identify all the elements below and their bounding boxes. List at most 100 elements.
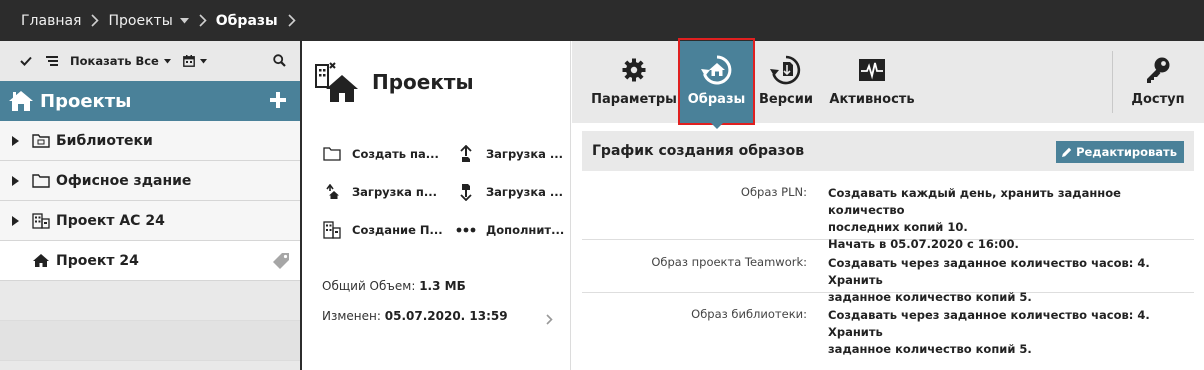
sidebar: Показать Все Проекты Библиотеки Офисное … — [0, 41, 300, 370]
schedule-row-value: Создавать через заданное количество часо… — [828, 307, 1188, 358]
library-folder-icon — [32, 133, 50, 148]
upload-file-icon — [456, 145, 476, 163]
chevron-right-icon — [288, 14, 296, 27]
schedule-row-library: Образ библиотеки: Создавать через заданн… — [582, 293, 1194, 356]
schedule-line: Создавать через заданное количество часо… — [828, 308, 1150, 339]
action-label: Загрузка п... — [352, 185, 437, 199]
project-info: Общий Объем: 1.3 МБ Изменен: 05.07.2020.… — [322, 279, 508, 323]
schedule-line: Создавать через заданное количество часо… — [828, 256, 1150, 287]
sort-icon[interactable] — [46, 56, 58, 66]
folder-icon — [322, 147, 342, 161]
sidebar-header: Проекты — [0, 81, 300, 121]
tab-snapshots[interactable]: Образы — [680, 41, 753, 123]
tag-icon[interactable] — [272, 252, 290, 270]
sidebar-item-office-building[interactable]: Офисное здание — [0, 161, 300, 201]
breadcrumb-current: Образы — [215, 12, 278, 29]
tab-access[interactable]: Доступ — [1120, 41, 1196, 123]
create-project-action[interactable]: Создание П... — [322, 211, 456, 249]
tab-label: Образы — [687, 92, 746, 107]
create-folder-action[interactable]: Создать па... — [322, 135, 456, 173]
project-actions: Создать па... Загрузка ... Загрузка п...… — [302, 135, 570, 249]
expand-arrow-icon[interactable] — [12, 215, 20, 226]
download-action[interactable]: Загрузка ... — [456, 173, 590, 211]
tab-versions[interactable]: Версии — [754, 41, 818, 123]
action-label: Загрузка ... — [486, 147, 564, 161]
key-icon — [1145, 56, 1171, 84]
tab-pointer — [711, 123, 723, 129]
upload-house-icon — [322, 184, 342, 200]
select-check-icon[interactable] — [20, 56, 32, 66]
show-all-dropdown[interactable]: Показать Все — [70, 54, 171, 68]
more-dots-icon — [456, 227, 476, 233]
sidebar-title: Проекты — [40, 90, 132, 112]
schedule-row-label: Образ проекта Teamwork: — [651, 255, 807, 269]
search-icon[interactable] — [273, 54, 286, 67]
caret-down-icon — [179, 17, 189, 24]
sidebar-item-project24[interactable]: Проект 24 — [0, 241, 300, 281]
download-file-icon — [456, 183, 476, 201]
edit-button[interactable]: Редактировать — [1056, 141, 1184, 163]
chevron-right-icon — [91, 14, 100, 27]
expand-arrow-icon[interactable] — [12, 175, 20, 186]
caret-down-icon — [163, 58, 171, 64]
edit-button-label: Редактировать — [1076, 145, 1177, 159]
modified-row: Изменен: 05.07.2020. 13:59 — [322, 309, 508, 323]
sidebar-toolbar: Показать Все — [0, 41, 300, 81]
building-icon — [322, 221, 342, 239]
schedule-row-teamwork: Образ проекта Teamwork: Создавать через … — [582, 240, 1194, 304]
projects-home-icon — [8, 90, 34, 112]
sidebar-item-project-as24[interactable]: Проект АС 24 — [0, 201, 300, 241]
schedule-row-label: Образ библиотеки: — [691, 307, 807, 321]
versions-icon — [770, 55, 802, 85]
tab-label: Версии — [759, 92, 813, 107]
expand-arrow-icon[interactable] — [12, 135, 20, 146]
project-panel: Проекты Создать па... Загрузка ... Загру… — [302, 41, 571, 370]
breadcrumb-home[interactable]: Главная — [21, 13, 81, 29]
total-size-row: Общий Объем: 1.3 МБ — [322, 279, 508, 293]
tab-bar: Параметры Образы Версии Активность Досту… — [572, 38, 1204, 129]
schedule-row-label: Образ PLN: — [740, 185, 807, 199]
tab-label: Доступ — [1131, 92, 1185, 107]
calendar-filter-dropdown[interactable] — [182, 55, 207, 67]
action-label: Дополнит... — [486, 223, 565, 237]
sidebar-item-label: Офисное здание — [56, 172, 192, 189]
schedule-line: заданное количество копий 5. — [828, 342, 1032, 356]
total-size-value: 1.3 МБ — [419, 279, 466, 293]
schedule-line: последних копий 10. — [828, 220, 968, 234]
pencil-icon — [1062, 147, 1072, 157]
sidebar-item-label: Проект 24 — [56, 252, 139, 269]
house-icon — [32, 253, 50, 268]
sidebar-item-libraries[interactable]: Библиотеки — [0, 121, 300, 161]
snapshot-icon — [700, 55, 733, 85]
modified-label: Изменен: — [322, 309, 381, 323]
sidebar-item-label: Библиотеки — [56, 132, 153, 149]
activity-icon — [858, 56, 886, 84]
chevron-right-icon — [199, 14, 207, 27]
show-all-label: Показать Все — [70, 54, 159, 68]
tab-label: Параметры — [591, 92, 677, 107]
schedule-header: График создания образов Редактировать — [582, 131, 1194, 171]
add-project-button[interactable] — [270, 92, 286, 108]
schedule-title: График создания образов — [592, 143, 805, 159]
chevron-right-icon[interactable] — [546, 314, 553, 325]
breadcrumb-projects[interactable]: Проекты — [108, 12, 189, 29]
upload-action[interactable]: Загрузка ... — [456, 135, 590, 173]
breadcrumb-projects-label: Проекты — [108, 12, 173, 29]
modified-value: 05.07.2020. 13:59 — [384, 309, 508, 323]
action-label: Загрузка ... — [486, 185, 564, 199]
projects-large-icon — [314, 59, 360, 105]
breadcrumb: Главная Проекты Образы — [0, 0, 1204, 41]
gear-icon — [622, 56, 646, 84]
details-panel: Параметры Образы Версии Активность Досту… — [572, 38, 1204, 370]
schedule-row-pln: Образ PLN: Создавать каждый день, хранит… — [582, 179, 1194, 251]
more-actions[interactable]: Дополнит... — [456, 211, 590, 249]
tab-separator — [1112, 51, 1113, 113]
sidebar-item-label: Проект АС 24 — [56, 212, 165, 229]
tab-settings[interactable]: Параметры — [588, 41, 680, 123]
project-panel-title: Проекты — [372, 70, 474, 94]
calendar-icon — [182, 55, 195, 67]
tree-empty-row — [0, 321, 300, 361]
tab-activity[interactable]: Активность — [822, 41, 922, 123]
upload-project-action[interactable]: Загрузка п... — [322, 173, 456, 211]
action-label: Создать па... — [352, 147, 439, 161]
